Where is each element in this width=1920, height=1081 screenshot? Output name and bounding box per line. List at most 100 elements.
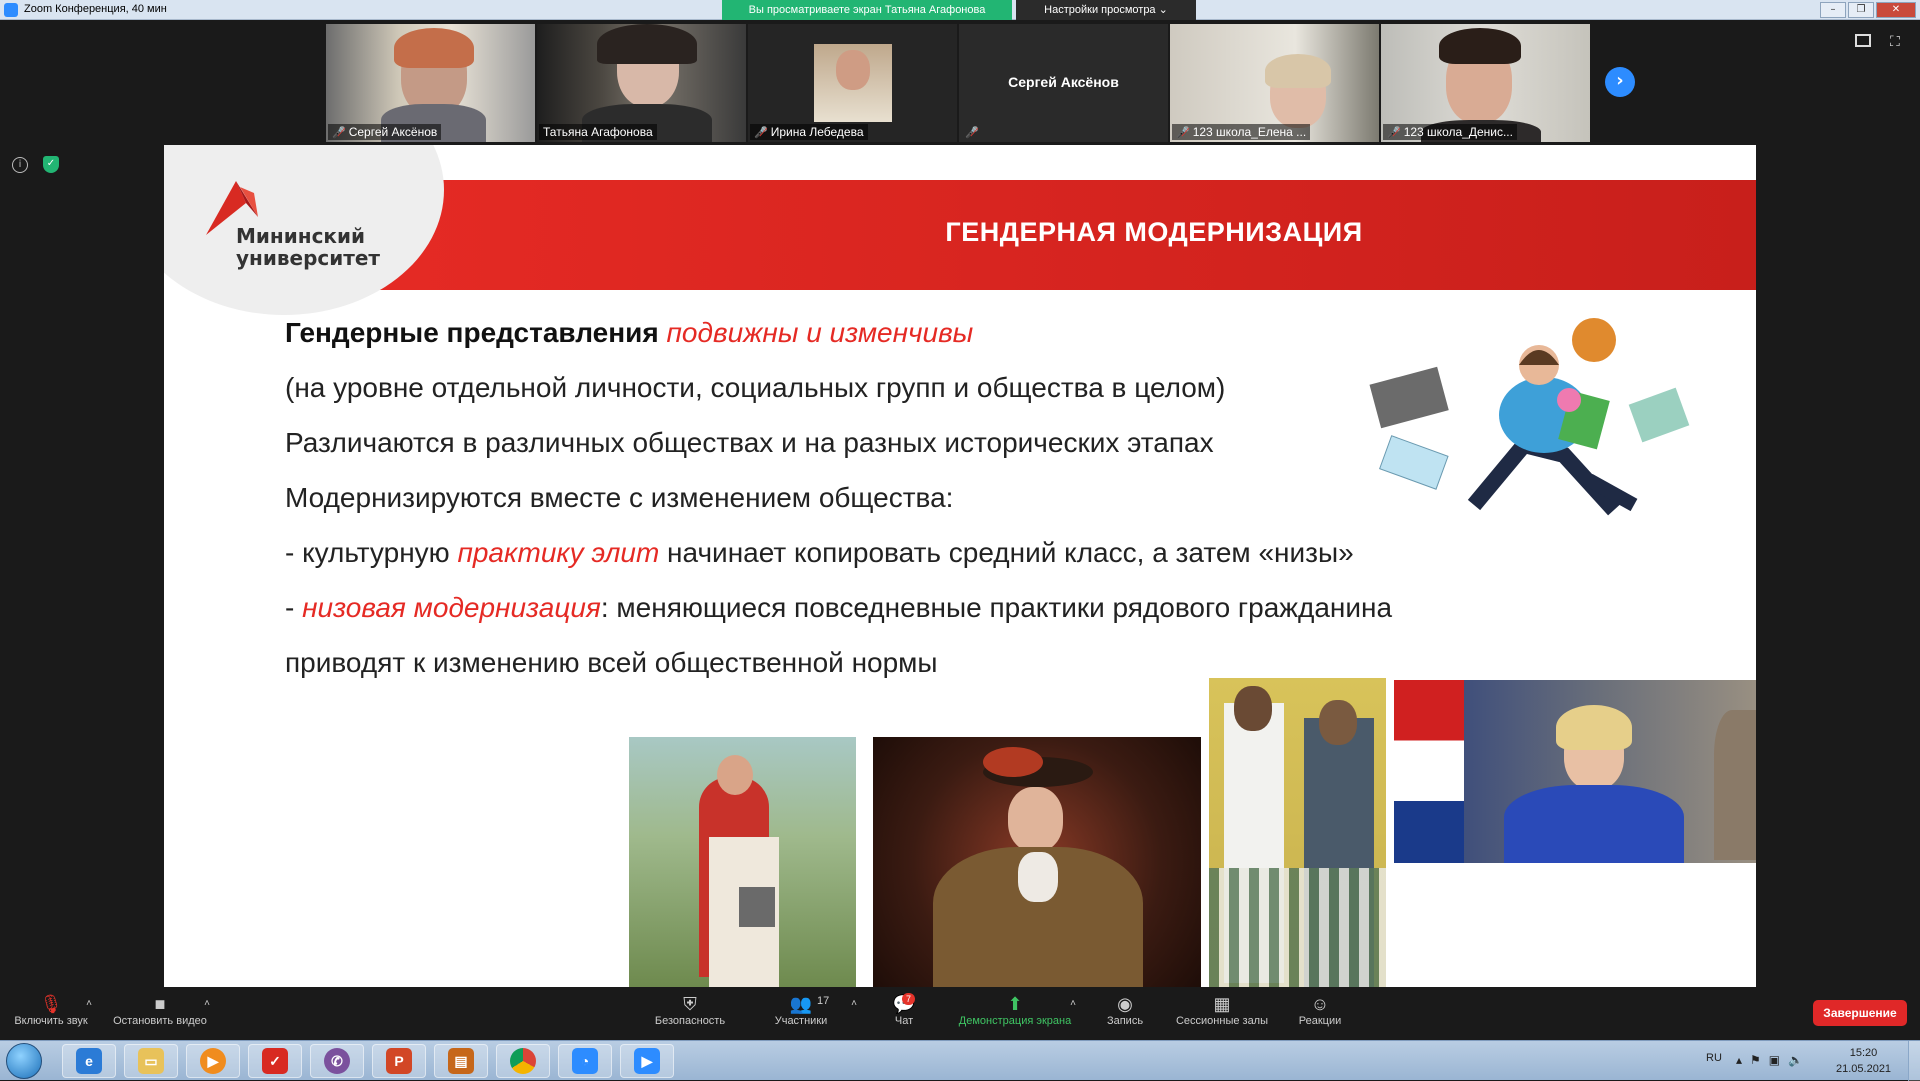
stop-video-button[interactable]: ■ Остановить видео [108,993,212,1027]
chrome-icon [510,1048,536,1074]
participant-tile[interactable]: 🎤̸ Ирина Лебедева [748,24,957,142]
window-titlebar: Zoom Конференция, 40 мин Вы просматривае… [0,0,1920,20]
restore-button[interactable]: ❐ [1848,2,1874,18]
video-options-caret[interactable]: ˄ [200,993,214,1015]
participant-name: 123 школа_Елена ... [1192,125,1307,139]
chat-button[interactable]: 💬 7 Чат [886,993,922,1027]
reaction-smiley-icon: ☺ [1310,994,1330,1014]
next-page-chevron-icon[interactable]: › [1605,67,1635,97]
reactions-button[interactable]: ☺ Реакции [1290,993,1350,1027]
taskbar-app-viber[interactable]: ✆ [310,1044,364,1078]
start-menu-icon[interactable] [6,1043,42,1079]
window-controls: – ❐ ✕ [1820,2,1916,18]
participant-name: Татьяна Агафонова [543,125,653,139]
slide-line-text: начинает копировать средний класс, а зат… [659,537,1354,568]
encryption-shield-icon[interactable]: ✓ [43,156,59,173]
taskbar-app-file-explorer[interactable]: ▭ [124,1044,178,1078]
show-desktop-button[interactable] [1908,1041,1920,1081]
participant-center-name: Сергей Аксёнов [1008,74,1119,90]
taskbar-app-media[interactable]: ▶ [186,1044,240,1078]
slide-line-text: - [285,592,303,623]
gallery-view-icon[interactable] [1855,34,1871,47]
share-options-caret[interactable]: ˄ [1066,993,1080,1015]
caret-up-icon: ˄ [86,998,92,1009]
participant-name-row: 🎤̸ Ирина Лебедева [750,124,868,140]
security-label: Безопасность [654,1015,726,1027]
window-title: Zoom Конференция, 40 мин [24,3,167,15]
participant-name-row: 🎤̸ 123 школа_Денис... [1383,124,1517,140]
record-label: Запись [1106,1015,1144,1027]
participant-name-row: 🎤̸ Сергей Аксёнов [328,124,442,140]
end-meeting-button[interactable]: Завершение [1813,1000,1907,1026]
clock-date: 21.05.2021 [1836,1063,1892,1075]
internet-explorer-icon: e [76,1048,102,1074]
slideshow-icon: ▤ [448,1048,474,1074]
volume-icon[interactable]: 🔈 [1788,1053,1803,1067]
clock[interactable]: 15:20 21.05.2021 [1836,1045,1891,1077]
slide-title: ГЕНДЕРНАЯ МОДЕРНИЗАЦИЯ [945,217,1363,247]
viber-icon: ✆ [324,1048,350,1074]
audio-options-caret[interactable]: ˄ [84,993,94,1015]
caret-up-icon: ˄ [204,998,210,1009]
taskbar-app-slides[interactable]: ▤ [434,1044,488,1078]
minimize-button[interactable]: – [1820,2,1846,18]
participant-tile[interactable]: 🎤̸ 123 школа_Денис... [1381,24,1590,142]
reactions-label: Реакции [1298,1015,1342,1027]
participant-name-row: 🎤̸ [961,125,983,140]
men-traditional-dress-photo [1209,678,1386,987]
unmute-button[interactable]: 🎙 Включить звук [8,993,94,1027]
muted-mic-icon: 🎤̸ [754,125,768,139]
folder-icon: ▭ [138,1048,164,1074]
zoom-camera-icon: ▶ [634,1048,660,1074]
participant-name: Сергей Аксёнов [348,125,438,139]
network-icon[interactable]: ▣ [1769,1053,1780,1067]
shield-icon: ⛨ [683,994,697,1014]
fullscreen-icon[interactable]: ⛶ [1890,34,1900,50]
close-button[interactable]: ✕ [1876,2,1916,18]
clock-time: 15:20 [1849,1047,1878,1059]
participant-name: Ирина Лебедева [770,125,864,139]
language-indicator[interactable]: RU [1706,1052,1722,1064]
share-screen-button[interactable]: ⬆ Демонстрация экрана [950,993,1080,1027]
slide-line-bold: Гендерные представления [285,317,659,348]
taskbar-app-chrome[interactable] [496,1044,550,1078]
caret-up-icon: ˄ [1070,998,1076,1009]
participant-tile-active-speaker[interactable]: Татьяна Агафонова [537,24,746,142]
windows-taskbar: e ▭ ▶ ✓ ✆ P ▤ ◔ ▶ RU ▴ ⚑ ▣ 🔈 15:20 21.05… [0,1040,1920,1081]
record-button[interactable]: ◉ Запись [1100,993,1150,1027]
participant-tile[interactable]: 🎤̸ Сергей Аксёнов [326,24,535,142]
unmute-label: Включить звук [14,1015,88,1027]
share-screen-label: Демонстрация экрана [958,1015,1072,1027]
taskbar-app-zoom-meeting[interactable]: ◔ [558,1044,612,1078]
peasant-woman-painting [629,737,856,987]
taskbar-app-internet-explorer[interactable]: e [62,1044,116,1078]
taskbar-app-red[interactable]: ✓ [248,1044,302,1078]
participants-button[interactable]: 👥 17 Участники [768,993,834,1027]
busy-man-illustration [1364,305,1724,525]
slide-line-text: : меняющиеся повседневные практики рядов… [600,592,1393,623]
muted-mic-icon: 🎤̸ [332,125,346,139]
caret-up-icon: ˄ [851,998,857,1009]
muted-mic-icon: 🎤̸ [965,126,979,139]
system-tray: ▴ ⚑ ▣ 🔈 [1736,1053,1803,1067]
breakout-rooms-button[interactable]: ▦ Сессионные залы [1170,993,1274,1027]
action-center-flag-icon[interactable]: ⚑ [1750,1053,1761,1067]
university-logo-text: Мининский университет [236,225,380,269]
participant-tile[interactable]: 🎤̸ 123 школа_Елена ... [1170,24,1379,142]
taskbar-app-zoom[interactable]: ▶ [620,1044,674,1078]
taskbar-app-powerpoint[interactable]: P [372,1044,426,1078]
tray-expand-icon[interactable]: ▴ [1736,1053,1742,1067]
video-camera-icon: ■ [154,994,166,1014]
participants-count: 17 [817,995,830,1007]
zoom-app-icon [4,3,18,17]
slide-line: - культурную практику элит начинает копи… [285,533,1585,588]
participant-tile-video-off[interactable]: Сергей Аксёнов 🎤̸ [959,24,1168,142]
muted-mic-icon: 🎤̸ [1387,125,1401,139]
security-button[interactable]: ⛨ Безопасность [650,993,730,1027]
participants-caret[interactable]: ˄ [848,993,860,1015]
view-options-dropdown[interactable]: Настройки просмотра ⌄ [1016,0,1196,20]
slide-line-highlight: практику элит [457,537,660,568]
slide-line: - низовая модернизация: меняющиеся повсе… [285,588,1585,643]
info-icon[interactable]: i [12,157,28,173]
participant-name-row: 🎤̸ 123 школа_Елена ... [1172,124,1311,140]
